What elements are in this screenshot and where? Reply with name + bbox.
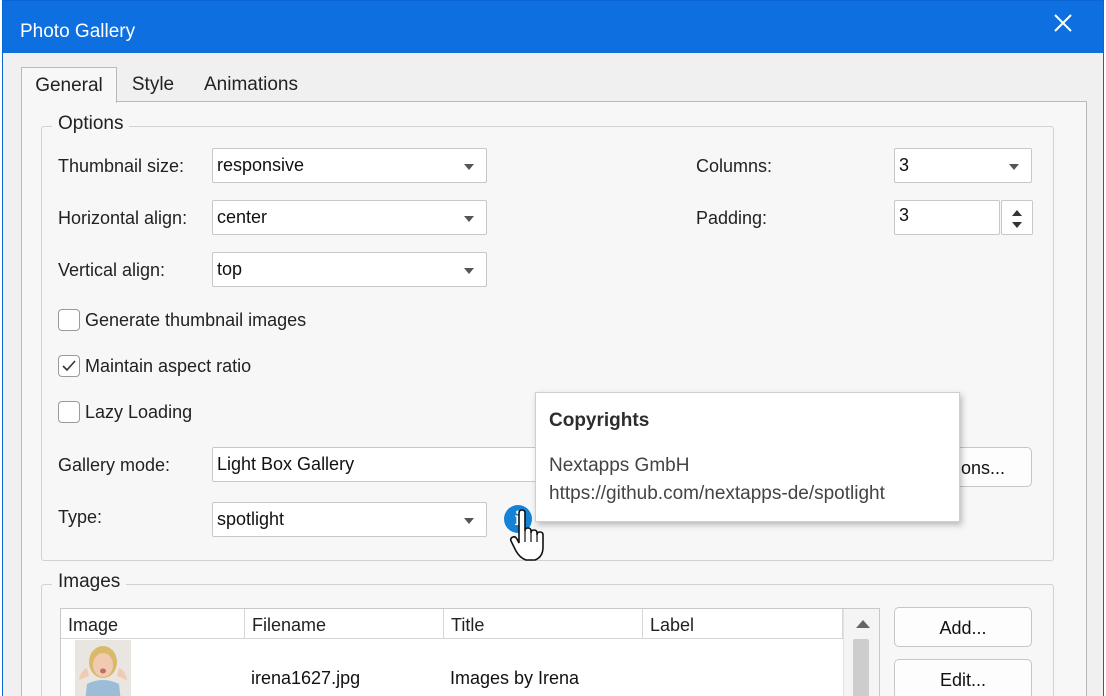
lazy-loading-label: Lazy Loading [85,401,193,422]
checkmark-icon [62,360,76,372]
title-bar: Photo Gallery [3,1,1103,53]
checkbox-box [58,401,80,423]
column-header-label[interactable]: Label [643,609,843,639]
hand-cursor-icon [509,509,547,568]
maintain-aspect-label: Maintain aspect ratio [85,355,252,376]
generate-thumbnails-label: Generate thumbnail images [85,309,307,330]
column-header-title[interactable]: Title [444,609,643,639]
chevron-down-icon [464,518,474,524]
edit-image-button[interactable]: Edit... [894,659,1032,696]
column-header-image[interactable]: Image [61,609,245,639]
close-icon[interactable] [1051,11,1075,35]
horizontal-align-value: center [217,207,268,227]
cell-filename: irena1627.jpg [251,668,361,688]
padding-value: 3 [899,205,910,225]
padding-spin-buttons [1001,200,1033,235]
gallery-mode-value: Light Box Gallery [217,454,355,474]
columns-select[interactable]: 3 [894,148,1032,183]
type-label: Type: [58,507,103,527]
options-group-label: Options [52,113,130,135]
columns-label: Columns: [696,156,773,176]
type-value: spotlight [217,509,285,529]
tab-animations[interactable]: Animations [195,67,307,102]
column-header-filename[interactable]: Filename [245,609,444,639]
generate-thumbnails-checkbox[interactable]: Generate thumbnail images [58,309,306,331]
window-title: Photo Gallery [20,21,136,42]
scrollbar-thumb[interactable] [853,639,869,696]
thumbnail-size-value: responsive [217,155,305,175]
checkbox-box [58,309,80,331]
cell-title: Images by Irena [450,668,580,688]
scroll-up-icon[interactable] [856,620,870,628]
thumbnail-size-select[interactable]: responsive [212,148,487,183]
table-row[interactable]: irena1627.jpg Images by Irena [61,640,843,696]
chevron-down-icon [464,216,474,222]
spin-down-icon[interactable] [1012,222,1022,228]
table-header: Image Filename Title Label [61,609,843,639]
image-thumbnail [75,640,131,696]
tooltip-company: Nextapps GmbH [549,455,690,476]
checkbox-box [58,355,80,377]
chevron-down-icon [464,164,474,170]
vertical-align-label: Vertical align: [58,260,166,280]
maintain-aspect-checkbox[interactable]: Maintain aspect ratio [58,355,251,377]
images-table: Image Filename Title Label irena1627.jpg… [60,608,880,696]
horizontal-align-select[interactable]: center [212,200,487,235]
add-image-button[interactable]: Add... [894,607,1032,647]
tab-general[interactable]: General [21,67,117,103]
type-select[interactable]: spotlight [212,502,487,537]
horizontal-align-label: Horizontal align: [58,208,188,228]
tooltip-url: https://github.com/nextapps-de/spotlight [549,483,885,504]
copyright-tooltip: Copyrights Nextapps GmbH https://github.… [535,392,960,522]
padding-label: Padding: [696,208,768,228]
vertical-align-select[interactable]: top [212,252,487,287]
gallery-mode-label: Gallery mode: [58,455,171,475]
chevron-down-icon [464,268,474,274]
images-group-label: Images [52,571,127,593]
vertical-scrollbar[interactable] [843,609,879,696]
columns-value: 3 [899,155,910,175]
vertical-align-value: top [217,259,243,279]
chevron-down-icon [1009,164,1019,170]
tab-style[interactable]: Style [124,67,182,102]
lazy-loading-checkbox[interactable]: Lazy Loading [58,401,192,423]
padding-spinner[interactable]: 3 [894,200,1033,235]
spin-up-icon[interactable] [1012,210,1022,216]
thumbnail-size-label: Thumbnail size: [58,156,185,176]
tooltip-title: Copyrights [549,410,650,431]
dialog-window: Photo Gallery General Style Animations O… [2,0,1104,696]
